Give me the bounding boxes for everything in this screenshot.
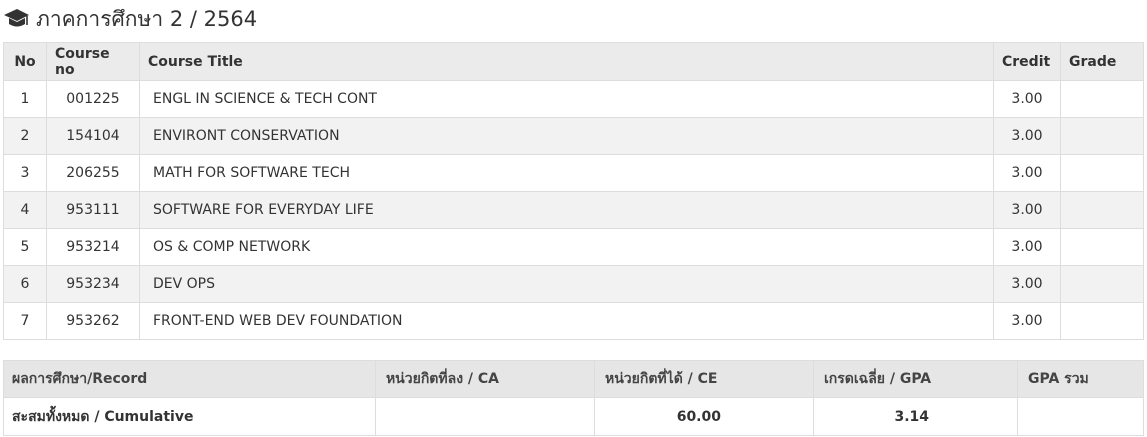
course-title: ENGL IN SCIENCE & TECH CONT xyxy=(139,80,994,118)
course-credit: 3.00 xyxy=(993,117,1061,155)
course-code: 953262 xyxy=(46,302,140,340)
course-table: No Course no Course Title Credit Grade 1… xyxy=(3,42,1144,340)
course-row: 6 953234 DEV OPS 3.00 xyxy=(3,265,1144,303)
course-title: DEV OPS xyxy=(139,265,994,303)
gpa-header: เกรดเฉลี่ย / GPA xyxy=(813,360,1018,398)
course-credit: 3.00 xyxy=(993,265,1061,303)
course-title: OS & COMP NETWORK xyxy=(139,228,994,266)
course-grade xyxy=(1060,117,1144,155)
course-credit: 3.00 xyxy=(993,154,1061,192)
course-row: 5 953214 OS & COMP NETWORK 3.00 xyxy=(3,228,1144,266)
course-credit: 3.00 xyxy=(993,228,1061,266)
cumulative-ce: 60.00 xyxy=(594,397,814,436)
col-course-title-header: Course Title xyxy=(139,42,994,81)
course-credit: 3.00 xyxy=(993,302,1061,340)
course-grade xyxy=(1060,302,1144,340)
ca-header: หน่วยกิตที่ลง / CA xyxy=(375,360,595,398)
course-grade xyxy=(1060,154,1144,192)
course-no: 5 xyxy=(3,228,47,266)
course-code: 206255 xyxy=(46,154,140,192)
course-row: 3 206255 MATH FOR SOFTWARE TECH 3.00 xyxy=(3,154,1144,192)
course-no: 6 xyxy=(3,265,47,303)
course-no: 1 xyxy=(3,80,47,118)
col-course-no-header: Course no xyxy=(46,42,140,81)
course-grade xyxy=(1060,228,1144,266)
record-header: ผลการศึกษา/Record xyxy=(3,360,376,398)
course-title: FRONT-END WEB DEV FOUNDATION xyxy=(139,302,994,340)
course-title: MATH FOR SOFTWARE TECH xyxy=(139,154,994,192)
col-credit-header: Credit xyxy=(993,42,1061,81)
gpa-summary-table: ผลการศึกษา/Record หน่วยกิตที่ลง / CA หน่… xyxy=(3,360,1144,436)
course-grade xyxy=(1060,265,1144,303)
col-grade-header: Grade xyxy=(1060,42,1144,81)
cumulative-ca xyxy=(375,397,595,436)
course-credit: 3.00 xyxy=(993,80,1061,118)
graduation-cap-icon xyxy=(3,8,30,30)
cumulative-gpa-total xyxy=(1017,397,1144,436)
course-code: 154104 xyxy=(46,117,140,155)
course-no: 3 xyxy=(3,154,47,192)
course-no: 2 xyxy=(3,117,47,155)
course-title: SOFTWARE FOR EVERYDAY LIFE xyxy=(139,191,994,229)
course-code: 953111 xyxy=(46,191,140,229)
gpa-total-header: GPA รวม xyxy=(1017,360,1144,398)
course-row: 4 953111 SOFTWARE FOR EVERYDAY LIFE 3.00 xyxy=(3,191,1144,229)
course-no: 4 xyxy=(3,191,47,229)
col-no-header: No xyxy=(3,42,47,81)
course-row: 7 953262 FRONT-END WEB DEV FOUNDATION 3.… xyxy=(3,302,1144,340)
course-title: ENVIRONT CONSERVATION xyxy=(139,117,994,155)
course-code: 953214 xyxy=(46,228,140,266)
course-grade xyxy=(1060,191,1144,229)
course-row: 2 154104 ENVIRONT CONSERVATION 3.00 xyxy=(3,117,1144,155)
course-code: 001225 xyxy=(46,80,140,118)
semester-title: ภาคการศึกษา 2 / 2564 xyxy=(36,6,258,31)
course-row: 1 001225 ENGL IN SCIENCE & TECH CONT 3.0… xyxy=(3,80,1144,118)
course-table-header: No Course no Course Title Credit Grade xyxy=(3,42,1144,81)
course-code: 953234 xyxy=(46,265,140,303)
cumulative-row: สะสมทั้งหมด / Cumulative 60.00 3.14 xyxy=(3,397,1144,436)
semester-heading: ภาคการศึกษา 2 / 2564 xyxy=(3,4,257,34)
summary-header: ผลการศึกษา/Record หน่วยกิตที่ลง / CA หน่… xyxy=(3,360,1144,398)
cumulative-gpa: 3.14 xyxy=(813,397,1018,436)
course-credit: 3.00 xyxy=(993,191,1061,229)
course-no: 7 xyxy=(3,302,47,340)
course-grade xyxy=(1060,80,1144,118)
cumulative-label: สะสมทั้งหมด / Cumulative xyxy=(3,397,376,436)
ce-header: หน่วยกิตที่ได้ / CE xyxy=(594,360,814,398)
